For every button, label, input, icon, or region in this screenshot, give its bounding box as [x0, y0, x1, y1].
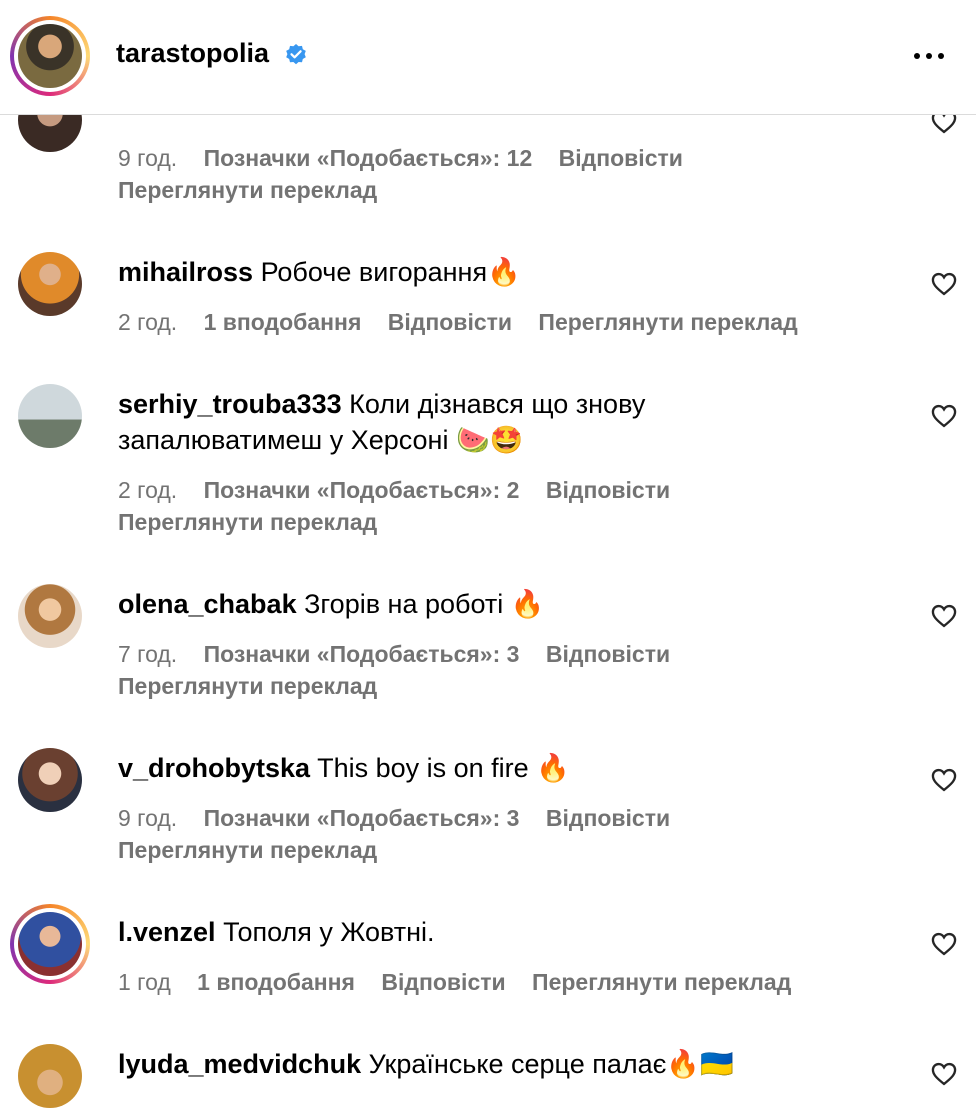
- commenter-avatar[interactable]: [10, 904, 90, 984]
- like-heart-icon[interactable]: [930, 1060, 958, 1088]
- comment-likes-count[interactable]: 1 вподобання: [204, 309, 362, 335]
- comment-likes-count[interactable]: 1 вподобання: [197, 969, 355, 995]
- comment-time: 2 год.: [118, 309, 178, 335]
- comment-meta: 2 год. Позначки «Подобається»: 2 Відпові…: [118, 477, 690, 504]
- comment-time: 7 год.: [118, 641, 178, 667]
- avatar-photo: [18, 24, 82, 88]
- like-heart-icon[interactable]: [930, 766, 958, 794]
- post-header: tarastopolia: [0, 0, 976, 115]
- comment-body: Українське серце палає🔥🇺🇦: [368, 1049, 734, 1079]
- comment-username[interactable]: lyuda_medvidchuk: [118, 1049, 361, 1079]
- commenter-avatar[interactable]: [18, 384, 82, 448]
- see-translation-link[interactable]: Переглянути переклад: [538, 309, 797, 335]
- see-translation-link[interactable]: Переглянути переклад: [118, 177, 377, 204]
- comment-body: Тополя у Жовтні.: [223, 917, 435, 947]
- comment-text: serhiy_trouba333 Коли дізнався що знову …: [118, 386, 718, 458]
- reply-button[interactable]: Відповісти: [559, 145, 683, 171]
- avatar-photo: [18, 912, 82, 976]
- comment-text: lyuda_medvidchuk Українське серце палає🔥…: [118, 1046, 878, 1082]
- reply-button[interactable]: Відповісти: [546, 641, 670, 667]
- profile-avatar[interactable]: [10, 16, 90, 96]
- comment-time: 1 год: [118, 969, 171, 995]
- commenter-avatar[interactable]: [18, 1044, 82, 1108]
- more-options-button[interactable]: [912, 42, 946, 70]
- comment-text: v_drohobytska This boy is on fire 🔥: [118, 750, 878, 786]
- comment-body: Згорів на роботі 🔥: [304, 589, 545, 619]
- comment-username[interactable]: l.venzel: [118, 917, 216, 947]
- reply-button[interactable]: Відповісти: [546, 805, 670, 831]
- comment-likes-count[interactable]: Позначки «Подобається»: 12: [204, 145, 533, 171]
- comment-meta: 1 год 1 вподобання Відповісти Переглянут…: [118, 969, 811, 996]
- comment-time: 9 год.: [118, 145, 178, 171]
- verified-badge-icon: [286, 44, 306, 65]
- see-translation-link[interactable]: Переглянути переклад: [532, 969, 791, 995]
- comment-meta: 9 год. Позначки «Подобається»: 12 Відпов…: [118, 145, 703, 172]
- commenter-avatar[interactable]: [18, 748, 82, 812]
- see-translation-link[interactable]: Переглянути переклад: [118, 673, 377, 700]
- commenter-avatar[interactable]: [18, 584, 82, 648]
- reply-button[interactable]: Відповісти: [546, 477, 670, 503]
- comment-likes-count[interactable]: Позначки «Подобається»: 2: [204, 477, 520, 503]
- like-heart-icon[interactable]: [930, 270, 958, 298]
- post-author-username[interactable]: tarastopolia: [116, 38, 269, 69]
- comment-meta: 7 год. Позначки «Подобається»: 3 Відпові…: [118, 641, 690, 668]
- comment-time: 2 год.: [118, 477, 178, 503]
- like-heart-icon[interactable]: [930, 930, 958, 958]
- see-translation-link[interactable]: Переглянути переклад: [118, 509, 377, 536]
- reply-button[interactable]: Відповісти: [381, 969, 505, 995]
- comment-time: 9 год.: [118, 805, 178, 831]
- comment-body: Робоче вигорання🔥: [260, 257, 521, 287]
- comment-body: This boy is on fire 🔥: [317, 753, 570, 783]
- comment-meta: 9 год. Позначки «Подобається»: 3 Відпові…: [118, 805, 690, 832]
- comment-text: olena_chabak Згорів на роботі 🔥: [118, 586, 878, 622]
- reply-button[interactable]: Відповісти: [388, 309, 512, 335]
- like-heart-icon[interactable]: [930, 602, 958, 630]
- comment-likes-count[interactable]: Позначки «Подобається»: 3: [204, 805, 520, 831]
- see-translation-link[interactable]: Переглянути переклад: [118, 837, 377, 864]
- comment-username[interactable]: v_drohobytska: [118, 753, 310, 783]
- comment-username[interactable]: serhiy_trouba333: [118, 389, 342, 419]
- comment-text: mihailross Робоче вигорання🔥: [118, 254, 878, 290]
- commenter-avatar[interactable]: [18, 252, 82, 316]
- comment-text: l.venzel Тополя у Жовтні.: [118, 914, 878, 950]
- comment-username[interactable]: olena_chabak: [118, 589, 297, 619]
- comment-likes-count[interactable]: Позначки «Подобається»: 3: [204, 641, 520, 667]
- comment-username[interactable]: mihailross: [118, 257, 253, 287]
- like-heart-icon[interactable]: [930, 402, 958, 430]
- comment-meta: 2 год. 1 вподобання Відповісти Перегляну…: [118, 309, 818, 336]
